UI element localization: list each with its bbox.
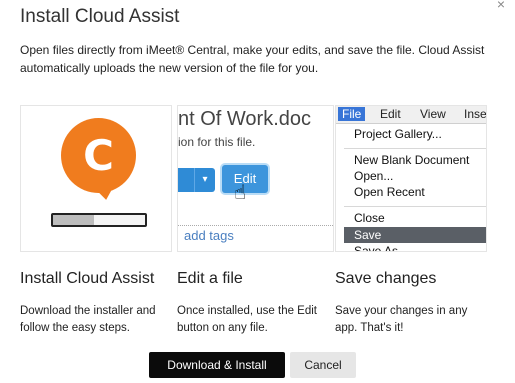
step-edit-heading: Edit a file: [177, 270, 243, 287]
close-icon[interactable]: ×: [497, 0, 505, 12]
hand-cursor-icon: ☝: [234, 182, 247, 204]
step-edit-description: Once installed, use the Edit button on a…: [177, 305, 317, 334]
menu-item-open-recent: Open Recent: [354, 185, 425, 199]
menu-item-project-gallery: Project Gallery...: [354, 127, 442, 141]
doc-title: nt Of Work.doc: [178, 108, 312, 130]
menu-item-open: Open...: [354, 169, 394, 183]
logo-letter: C: [83, 131, 114, 180]
install-illustration: C: [20, 105, 172, 252]
cancel-button[interactable]: Cancel: [290, 352, 356, 378]
step-save-description: Save your changes in any app. That's it!: [335, 305, 468, 334]
menu-bar: File Edit View Inse: [336, 106, 486, 124]
menu-item-close: Close: [354, 211, 385, 225]
install-progress-bar: [51, 213, 147, 227]
menu-separator: [344, 206, 486, 207]
doc-subtitle: ion for this file.: [178, 135, 256, 149]
menu-item-save-as: Save As: [354, 244, 399, 252]
menu-separator: [344, 148, 486, 149]
step-install-description: Download the installer and follow the ea…: [20, 305, 156, 334]
menu-insert: Inse: [464, 107, 487, 121]
dialog-intro: Open files directly from iMeet® Central,…: [20, 43, 485, 75]
edit-illustration: nt Of Work.doc ion for this file. ▾ Edit…: [177, 105, 334, 252]
save-illustration: File Edit View Inse Project Gallery... N…: [335, 105, 487, 252]
menu-item-save: Save: [344, 227, 486, 243]
menu-edit: Edit: [380, 107, 401, 121]
add-tags-link: add tags: [184, 228, 234, 243]
menu-view: View: [420, 107, 446, 121]
menu-item-new-blank-document: New Blank Document: [354, 153, 470, 167]
chevron-down-icon: ▾: [194, 168, 215, 192]
step-save-heading: Save changes: [335, 270, 437, 287]
step-install-heading: Install Cloud Assist: [20, 270, 155, 287]
menu-file: File: [338, 107, 366, 121]
divider: [178, 225, 333, 226]
dialog-title: Install Cloud Assist: [20, 6, 180, 27]
progress-fill: [53, 215, 95, 225]
download-install-button[interactable]: Download & Install: [149, 352, 285, 378]
